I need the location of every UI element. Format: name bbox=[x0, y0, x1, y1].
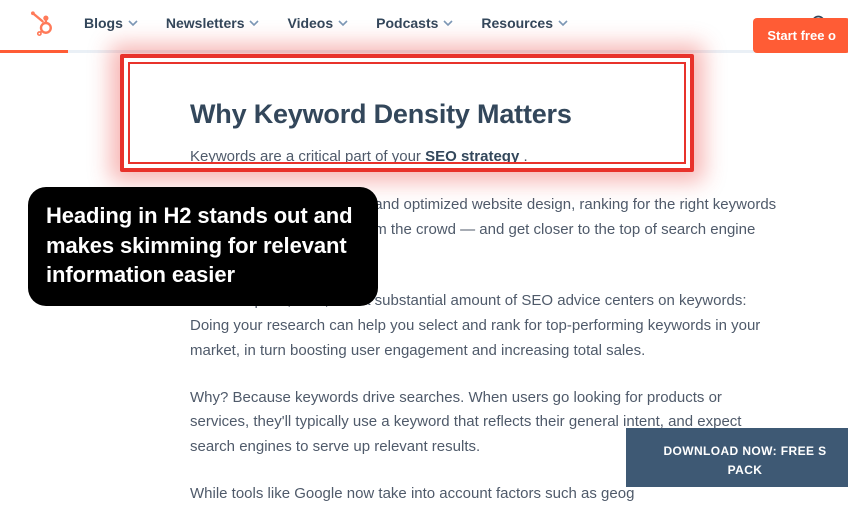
download-line1: DOWNLOAD NOW: FREE S bbox=[648, 442, 842, 461]
lead-text: Keywords are a critical part of your bbox=[190, 148, 425, 165]
lead-suffix: . bbox=[519, 148, 527, 165]
nav-newsletters[interactable]: Newsletters bbox=[166, 15, 260, 31]
top-navigation: Blogs Newsletters Videos Podcasts Resour… bbox=[0, 0, 848, 50]
annotation-callout: Heading in H2 stands out and makes skimm… bbox=[28, 187, 378, 306]
hubspot-logo[interactable] bbox=[28, 10, 54, 36]
callout-text: Heading in H2 stands out and makes skimm… bbox=[46, 203, 352, 287]
nav-label: Blogs bbox=[84, 15, 123, 31]
start-free-button[interactable]: Start free o bbox=[753, 18, 848, 53]
article-container: Why Keyword Density Matters Keywords are… bbox=[0, 53, 848, 507]
article-heading-h2: Why Keyword Density Matters bbox=[190, 99, 780, 130]
nav-label: Resources bbox=[481, 15, 553, 31]
nav-label: Videos bbox=[287, 15, 333, 31]
nav-resources[interactable]: Resources bbox=[481, 15, 568, 31]
chevron-down-icon bbox=[443, 18, 453, 28]
download-banner[interactable]: DOWNLOAD NOW: FREE S PACK bbox=[626, 428, 848, 486]
chevron-down-icon bbox=[249, 18, 259, 28]
download-line2: PACK bbox=[648, 461, 842, 480]
lead-strong[interactable]: SEO strategy bbox=[425, 148, 519, 165]
chevron-down-icon bbox=[558, 18, 568, 28]
chevron-down-icon bbox=[338, 18, 348, 28]
nav-blogs[interactable]: Blogs bbox=[84, 15, 138, 31]
chevron-down-icon bbox=[128, 18, 138, 28]
nav-label: Podcasts bbox=[376, 15, 438, 31]
main-nav: Blogs Newsletters Videos Podcasts Resour… bbox=[84, 15, 810, 31]
nav-podcasts[interactable]: Podcasts bbox=[376, 15, 453, 31]
nav-videos[interactable]: Videos bbox=[287, 15, 348, 31]
article-lead: Keywords are a critical part of your SEO… bbox=[190, 148, 780, 165]
nav-label: Newsletters bbox=[166, 15, 245, 31]
